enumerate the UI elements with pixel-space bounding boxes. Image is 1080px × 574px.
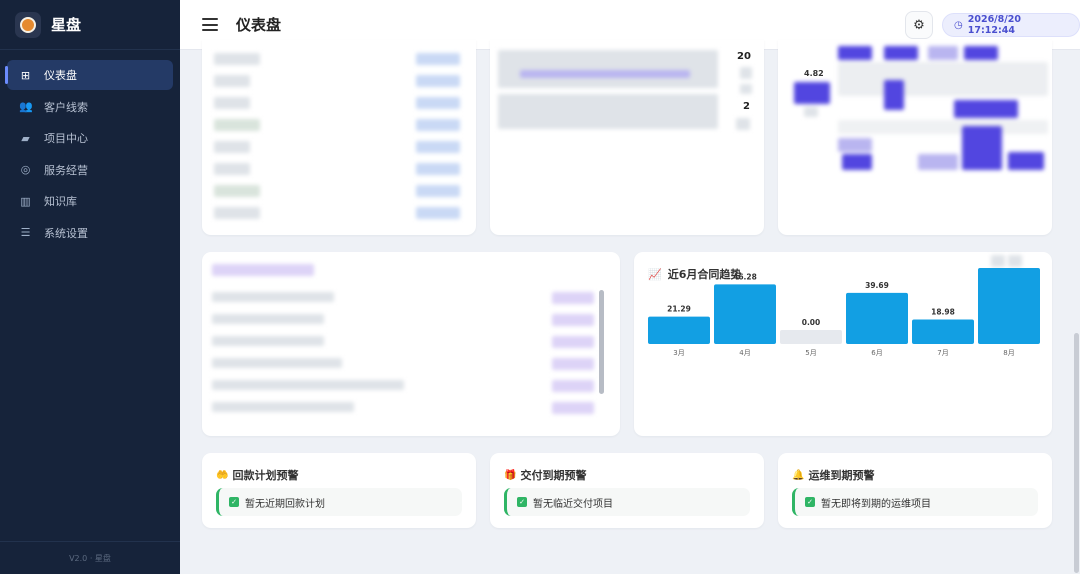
sliders-icon: ☰	[20, 226, 31, 240]
top-right-value: 4.82	[804, 69, 824, 78]
clock-icon: ◷	[954, 19, 963, 31]
list-scrollbar[interactable]	[599, 290, 604, 394]
sidebar-item-dashboard[interactable]: ⊞ 仪表盘	[5, 60, 173, 90]
version-footer: V2.0 · 星盘	[0, 541, 180, 574]
top-left-card	[202, 40, 476, 235]
bar-value-label: 39.69	[865, 281, 889, 290]
datetime-text: 2026/8/20 17:12:44	[967, 14, 1021, 36]
bell-icon: 🔔	[792, 469, 805, 481]
sidebar-item-label: 客户线索	[44, 100, 88, 114]
alert-title: 🔔 运维到期预警	[792, 467, 874, 483]
sidebar-nav: ⊞ 仪表盘 👥 客户线索 ▰ 项目中心 ◎ 服务经营 ▥ 知识库 ☰ 系统设置	[0, 60, 180, 248]
page-title: 仪表盘	[236, 16, 282, 34]
alert-message: ✓ 暂无近期回款计划	[216, 488, 462, 516]
sidebar-item-label: 项目中心	[44, 132, 88, 146]
alert-title-text: 交付到期预警	[520, 469, 587, 482]
x-tick-label: 8月	[1003, 349, 1014, 357]
logo-icon	[15, 11, 41, 38]
grid-icon: ⊞	[20, 68, 31, 82]
menu-icon[interactable]	[202, 18, 218, 31]
bar-value-label: 18.98	[931, 308, 955, 317]
book-icon: ▥	[20, 194, 31, 208]
settings-button[interactable]: ⚙	[905, 11, 933, 39]
sidebar-item-customer-leads[interactable]: 👥 客户线索	[7, 92, 173, 122]
headset-icon: ◎	[20, 163, 31, 177]
alert-message-text: 暂无临近交付项目	[533, 498, 613, 510]
sidebar-item-service[interactable]: ◎ 服务经营	[7, 155, 173, 185]
bar-4月[interactable]	[714, 284, 776, 344]
alert-message: ✓ 暂无即将到期的运维项目	[792, 488, 1038, 516]
gift-icon: 🎁	[504, 469, 517, 481]
check-icon: ✓	[229, 497, 239, 507]
folder-icon: ▰	[21, 131, 30, 145]
x-tick-label: 4月	[739, 349, 750, 357]
sidebar-item-label: 服务经营	[44, 163, 88, 177]
delivery-alert-card: 🎁 交付到期预警 ✓ 暂无临近交付项目	[490, 453, 764, 528]
summary-number-1: 20	[737, 51, 751, 62]
top-middle-card: 20 2	[490, 40, 764, 235]
gear-icon: ⚙	[913, 17, 925, 33]
top-right-card: 4.82	[778, 40, 1052, 235]
sidebar-item-projects[interactable]: ▰ 项目中心	[7, 123, 173, 153]
page-scrollbar[interactable]	[1074, 333, 1079, 573]
sidebar-item-knowledge[interactable]: ▥ 知识库	[7, 186, 173, 216]
users-icon: 👥	[19, 100, 33, 114]
sidebar: 星盘 ⊞ 仪表盘 👥 客户线索 ▰ 项目中心 ◎ 服务经营 ▥ 知识库 ☰ 系统…	[0, 0, 180, 574]
alert-title-text: 运维到期预警	[808, 469, 875, 482]
check-icon: ✓	[805, 497, 815, 507]
contract-trend-card: 📈 近6月合同趋势 21.29 3月 46.28 4月 0.00 5月 39.69 6月 18.…	[634, 252, 1052, 436]
bar-7月[interactable]	[912, 319, 974, 344]
alert-message: ✓ 暂无临近交付项目	[504, 488, 750, 516]
bar-value-label: 46.28	[733, 272, 757, 281]
x-tick-label: 7月	[937, 349, 948, 357]
sidebar-item-settings[interactable]: ☰ 系统设置	[7, 218, 173, 248]
sidebar-item-label: 系统设置	[44, 226, 88, 240]
check-icon: ✓	[517, 497, 527, 507]
maintenance-alert-card: 🔔 运维到期预警 ✓ 暂无即将到期的运维项目	[778, 453, 1052, 528]
brand-name: 星盘	[51, 16, 82, 34]
summary-number-2: 2	[743, 101, 750, 112]
alert-title: 🎁 交付到期预警	[504, 467, 586, 483]
datetime-badge: ◷ 2026/8/20 17:12:44	[942, 13, 1080, 37]
alert-message-text: 暂无即将到期的运维项目	[821, 498, 931, 510]
x-tick-label: 6月	[871, 349, 882, 357]
brand[interactable]: 星盘	[0, 0, 180, 50]
alert-message-text: 暂无近期回款计划	[245, 498, 325, 510]
x-tick-label: 3月	[673, 349, 684, 357]
bar-value-label: 21.29	[667, 305, 691, 314]
sidebar-item-label: 仪表盘	[44, 69, 77, 82]
payment-alert-card: 🤲 回款计划预警 ✓ 暂无近期回款计划	[202, 453, 476, 528]
bar-value-label: 0.00	[802, 318, 821, 327]
x-tick-label: 5月	[805, 349, 816, 357]
middle-left-card	[202, 252, 620, 436]
hand-coin-icon: 🤲	[216, 469, 229, 481]
bar-8月[interactable]	[978, 268, 1040, 344]
bar-3月[interactable]	[648, 316, 710, 344]
contract-trend-chart: 21.29 3月 46.28 4月 0.00 5月 39.69 6月 18.98 7月 8月	[648, 268, 1040, 357]
alert-title-text: 回款计划预警	[232, 469, 299, 482]
sidebar-item-label: 知识库	[44, 195, 77, 209]
bar-5月[interactable]	[780, 330, 842, 344]
alert-title: 🤲 回款计划预警	[216, 467, 298, 483]
bar-6月[interactable]	[846, 292, 908, 344]
